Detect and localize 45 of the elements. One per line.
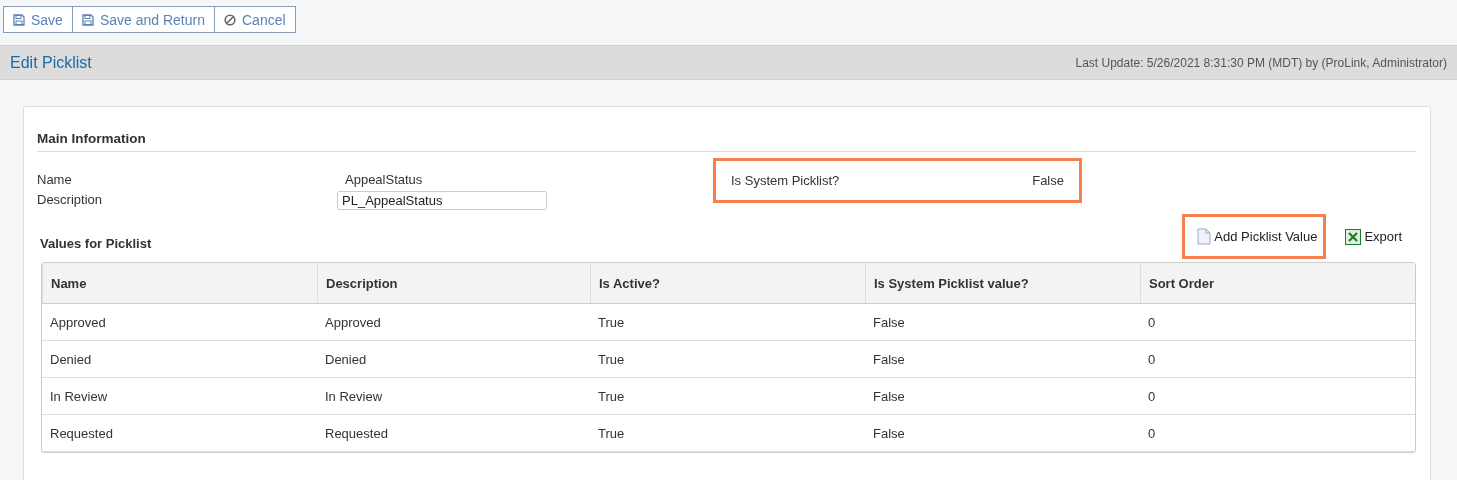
column-header: Is Active? <box>590 263 865 304</box>
last-update-text: Last Update: 5/26/2021 8:31:30 PM (MDT) by (ProLink, Administrator) <box>1075 55 1447 70</box>
table-cell: False <box>865 378 1140 415</box>
table-cell: In Review <box>317 378 590 415</box>
description-field[interactable]: PL_AppealStatus <box>337 191 547 210</box>
field-value: False <box>1032 173 1064 188</box>
table-title: Values for Picklist <box>40 236 152 253</box>
save-icon <box>81 13 94 26</box>
table-cell: False <box>865 341 1140 378</box>
table-cell: Requested <box>317 415 590 452</box>
add-value-link[interactable]: Add Picklist Value <box>1182 214 1327 259</box>
table-cell: True <box>590 304 865 341</box>
column-header: Name <box>42 263 317 304</box>
table-cell: Approved <box>42 304 317 341</box>
table-cell: True <box>590 378 865 415</box>
table-cell: 0 <box>1140 378 1415 415</box>
table-cell: True <box>590 415 865 452</box>
column-header: Sort Order <box>1140 263 1415 304</box>
cancel-icon <box>224 13 236 26</box>
save-icon <box>13 13 25 26</box>
document-icon <box>1197 228 1212 245</box>
table-cell: False <box>865 304 1140 341</box>
toolbar-button[interactable]: Cancel <box>214 6 296 33</box>
table-cell: Requested <box>42 415 317 452</box>
spreadsheet-icon <box>1345 228 1362 245</box>
table-cell: True <box>590 341 865 378</box>
table-cell: Denied <box>317 341 590 378</box>
table-cell: 0 <box>1140 341 1415 378</box>
table-cell: In Review <box>42 378 317 415</box>
table-cell: Approved <box>317 304 590 341</box>
column-header: Is System Picklist value? <box>865 263 1140 304</box>
toolbar-button[interactable]: Save <box>3 6 73 33</box>
section-title: Main Information <box>37 131 1416 152</box>
table-cell: Denied <box>42 341 317 378</box>
table-cell: False <box>865 415 1140 452</box>
field-label: Name <box>37 172 73 187</box>
field-label: Is System Picklist? <box>731 173 840 188</box>
page-title: Edit Picklist <box>10 53 92 72</box>
table-cell: 0 <box>1140 304 1415 341</box>
field-label: Description <box>37 192 104 207</box>
table-cell: 0 <box>1140 415 1415 452</box>
field-value: AppealStatus <box>345 172 424 187</box>
toolbar-button[interactable]: Save and Return <box>71 6 215 33</box>
column-header: Description <box>317 263 590 304</box>
export-link[interactable]: Export <box>1330 214 1411 259</box>
